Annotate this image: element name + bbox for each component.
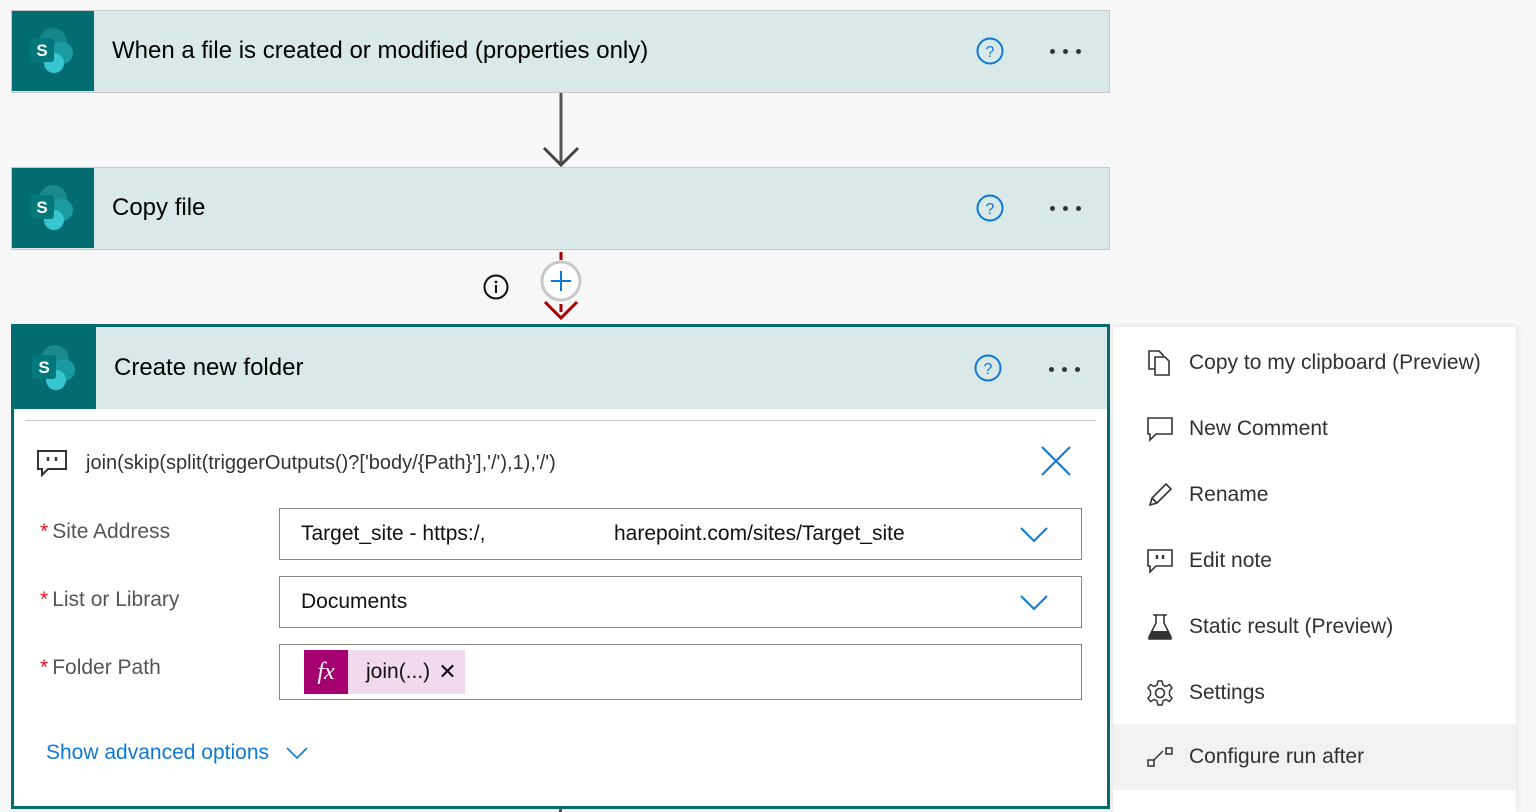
step-note: join(skip(split(triggerOutputs()?['body/… [36, 449, 556, 477]
step-title[interactable]: Copy file [112, 194, 1109, 222]
site-address-dropdown[interactable]: Target_site - https:/, harepoint.com/sit… [279, 508, 1082, 560]
sharepoint-icon: S [12, 168, 94, 248]
sharepoint-icon: S [12, 11, 94, 91]
comment-icon [1146, 415, 1174, 443]
svg-text:?: ? [984, 361, 993, 378]
expression-token[interactable]: fx join(...) ✕ [304, 650, 465, 694]
show-advanced-options-link[interactable]: Show advanced options [46, 741, 309, 765]
chevron-down-icon[interactable] [1019, 592, 1049, 612]
more-options-icon[interactable] [1050, 206, 1081, 211]
menu-item-rename[interactable]: Rename [1113, 462, 1516, 528]
svg-text:S: S [36, 198, 47, 217]
flask-icon [1146, 613, 1174, 641]
menu-item-edit-note[interactable]: Edit note [1113, 528, 1516, 594]
fx-icon: fx [304, 650, 348, 694]
list-library-dropdown[interactable]: Documents [279, 576, 1082, 628]
svg-text:S: S [38, 358, 49, 377]
pencil-icon [1146, 481, 1174, 509]
menu-item-settings[interactable]: Settings [1113, 660, 1516, 726]
connector-arrow-icon [542, 93, 580, 167]
close-note-icon[interactable] [1039, 444, 1073, 478]
insert-step-connector[interactable] [539, 252, 583, 326]
connector-line [559, 808, 562, 812]
chevron-down-icon [286, 747, 308, 760]
note-icon [1146, 547, 1174, 575]
step-title[interactable]: When a file is created or modified (prop… [112, 37, 1109, 65]
menu-item-copy-clipboard[interactable]: Copy to my clipboard (Preview) [1113, 330, 1516, 396]
more-options-icon[interactable] [1049, 367, 1080, 372]
more-options-icon[interactable] [1050, 49, 1081, 54]
help-icon[interactable]: ? [974, 354, 1002, 382]
help-icon[interactable]: ? [976, 37, 1004, 65]
sharepoint-icon: S [14, 327, 96, 409]
svg-text:S: S [36, 41, 47, 60]
menu-item-new-comment[interactable]: New Comment [1113, 396, 1516, 462]
svg-text:?: ? [986, 44, 995, 61]
divider [25, 420, 1096, 421]
gear-icon [1146, 679, 1174, 707]
list-library-label: * List or Library [40, 588, 180, 611]
copy-icon [1146, 349, 1174, 377]
note-icon [37, 450, 67, 477]
svg-text:?: ? [986, 201, 995, 218]
folder-path-input[interactable]: fx join(...) ✕ [279, 644, 1082, 700]
menu-item-static-result[interactable]: Static result (Preview) [1113, 594, 1516, 660]
note-text: join(skip(split(triggerOutputs()?['body/… [86, 451, 556, 474]
flow-step-create-folder: S Create new folder ? join(skip(split(tr… [11, 324, 1110, 809]
info-icon[interactable] [483, 274, 509, 300]
step-title[interactable]: Create new folder [114, 354, 1107, 382]
chevron-down-icon[interactable] [1019, 524, 1049, 544]
site-address-label: * Site Address [40, 520, 171, 543]
step-context-menu: Copy to my clipboard (Preview) New Comme… [1113, 327, 1516, 812]
run-after-icon [1146, 743, 1174, 771]
token-label: join(...) [366, 660, 431, 683]
help-icon[interactable]: ? [976, 194, 1004, 222]
flow-step-trigger[interactable]: S When a file is created or modified (pr… [11, 10, 1110, 93]
menu-item-configure-run-after[interactable]: Configure run after [1113, 724, 1516, 790]
flow-step-copy-file[interactable]: S Copy file ? [11, 167, 1110, 250]
folder-path-label: * Folder Path [40, 656, 161, 679]
remove-token-icon[interactable]: ✕ [438, 659, 456, 685]
